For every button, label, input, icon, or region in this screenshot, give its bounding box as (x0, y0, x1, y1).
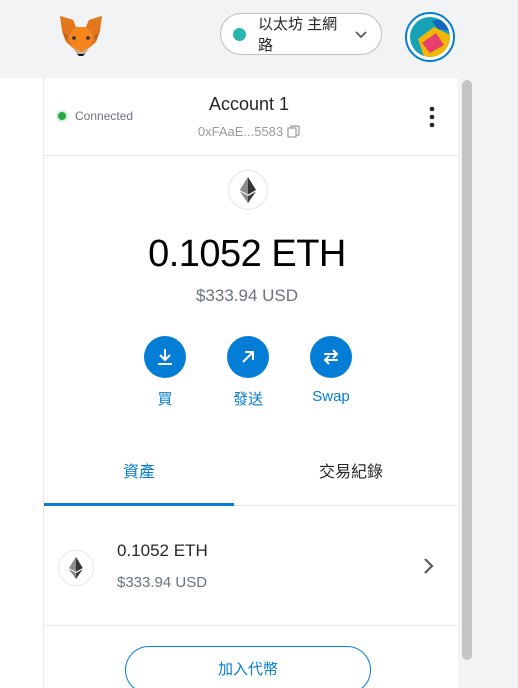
account-header: Connected Account 1 0xFAaE...5583 (44, 78, 458, 156)
account-options-icon[interactable] (427, 106, 437, 128)
left-gutter (0, 78, 44, 688)
account-address-text: 0xFAaE...5583 (197, 124, 284, 139)
tab-activity[interactable]: 交易紀錄 (244, 448, 458, 506)
connected-dot (58, 112, 66, 120)
add-token-button[interactable]: 加入代幣 (125, 646, 371, 688)
account-name: Account 1 (208, 94, 290, 114)
balance-amount: 0.1052 ETH (148, 233, 346, 275)
wallet-tabs: 資產 交易紀錄 (44, 448, 458, 506)
network-status-dot (233, 27, 246, 41)
metamask-fox-logo[interactable] (58, 14, 104, 56)
copy-icon (287, 125, 300, 138)
account-avatar[interactable] (405, 12, 455, 62)
asset-amount: 0.1052 ETH (117, 541, 208, 560)
balance-fiat: $333.94 USD (195, 286, 299, 305)
wallet-panel: Connected Account 1 0xFAaE...5583 0.1052… (44, 78, 458, 688)
network-selector[interactable]: 以太坊 主網路 (220, 13, 382, 55)
account-address[interactable]: 0xFAaE...5583 (164, 124, 334, 139)
app-header: 以太坊 主網路 (0, 0, 518, 78)
network-label: 以太坊 主網路 (258, 16, 338, 54)
chevron-down-icon (355, 31, 367, 39)
asset-list-item[interactable]: 0.1052 ETH $333.94 USD (44, 508, 458, 626)
eth-icon (58, 550, 94, 586)
scrollbar[interactable] (462, 80, 472, 660)
connection-status-label: Connected (75, 109, 134, 123)
eth-icon (228, 170, 268, 210)
swap-label: Swap (312, 388, 350, 405)
download-icon (144, 336, 186, 378)
send-arrow-icon (227, 336, 269, 378)
swap-button[interactable]: Swap (301, 336, 361, 405)
buy-label: 買 (157, 391, 173, 408)
connection-status[interactable]: Connected (58, 109, 133, 123)
send-button[interactable]: 發送 (218, 336, 278, 409)
send-label: 發送 (232, 391, 263, 408)
buy-button[interactable]: 買 (135, 336, 195, 409)
swap-icon (310, 336, 352, 378)
asset-fiat: $333.94 USD (117, 574, 208, 591)
tab-assets[interactable]: 資產 (44, 448, 234, 506)
chevron-right-icon (424, 558, 434, 574)
